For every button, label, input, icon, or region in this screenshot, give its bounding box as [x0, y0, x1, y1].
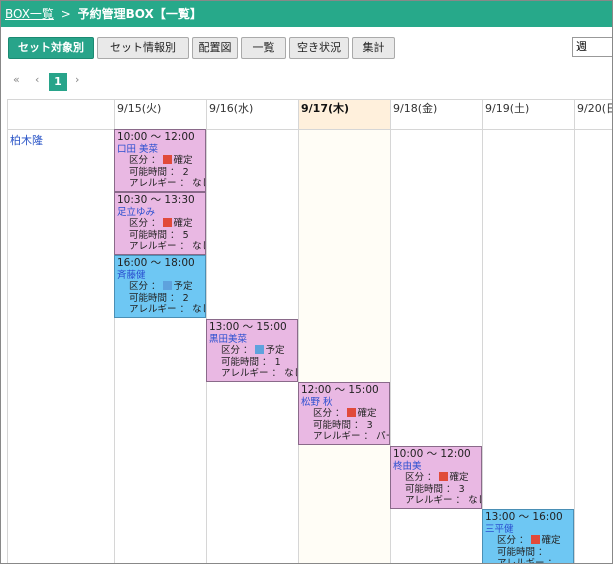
booking-customer-link[interactable]: 三平健: [485, 524, 573, 536]
booking-customer-link[interactable]: 柊由美: [393, 461, 481, 473]
label-kubun: 区分 ：: [313, 408, 345, 419]
status-confirmed-icon: [162, 218, 172, 227]
pager-prev-icon[interactable]: ‹: [35, 73, 39, 86]
booking-hours: 3: [458, 483, 465, 495]
status-planned-icon: [254, 345, 264, 354]
booking-allergy: なし: [192, 241, 205, 252]
breadcrumb-root-link[interactable]: BOX一覧: [5, 7, 54, 21]
label-allergy: アレルギー ：: [129, 178, 190, 189]
grid-line: [7, 99, 612, 100]
booking-customer-link[interactable]: 松野 秋: [301, 397, 389, 409]
booking-time: 10:00 ～ 12:00: [393, 448, 471, 460]
tab-set-target[interactable]: セット対象別: [8, 37, 94, 59]
day-header: 9/15(火): [117, 102, 162, 115]
status-confirmed-icon: [530, 535, 540, 544]
grid-line: [574, 99, 575, 563]
booking-time: 13:00 ～ 16:00: [485, 511, 563, 523]
booking-allergy: なし: [468, 495, 481, 506]
tab-layout[interactable]: 配置図: [192, 37, 238, 59]
label-hours: 可能時間 ：: [313, 419, 364, 431]
booking-hours: 5: [182, 229, 189, 241]
today-column-bg: [298, 129, 390, 563]
label-hours: 可能時間 ：: [221, 356, 272, 368]
day-header: 9/20(日): [577, 102, 612, 115]
booking-card[interactable]: 10:30 ～ 13:30 足立ゆみ 区分 ： 確定 可能時間 ： 5 アレルギー…: [114, 192, 206, 255]
day-header: 9/19(土): [485, 102, 530, 115]
day-header-today: 9/17(木): [298, 99, 390, 129]
booking-status: 確定: [173, 218, 193, 229]
label-kubun: 区分 ：: [129, 281, 161, 292]
booking-card[interactable]: 13:00 ～ 15:00 黒田美菜 区分 ： 予定 可能時間 ： 1 アレルギー…: [206, 319, 298, 382]
booking-time: 12:00 ～ 15:00: [301, 384, 379, 396]
booking-hours: 2: [182, 292, 189, 304]
booking-hours: 1: [274, 356, 281, 368]
booking-card[interactable]: 10:00 ～ 12:00 柊由美 区分 ： 確定 可能時間 ： 3 アレルギー …: [390, 446, 482, 509]
booking-time: 10:00 ～ 12:00: [117, 131, 195, 143]
tab-availability[interactable]: 空き状況: [289, 37, 349, 59]
label-allergy: アレルギー ：: [129, 241, 190, 252]
booking-customer-link[interactable]: 口田 美菜: [117, 144, 205, 156]
booking-time: 13:00 ～ 15:00: [209, 321, 287, 333]
label-allergy: アレルギー ：: [405, 495, 466, 506]
day-header: 9/18(金): [393, 102, 438, 115]
breadcrumb-current: 予約管理BOX【一覧】: [77, 7, 202, 21]
label-allergy: アレルギー ：: [497, 558, 558, 564]
label-hours: 可能時間 ：: [129, 166, 180, 178]
status-confirmed-icon: [438, 472, 448, 481]
label-kubun: 区分 ：: [405, 472, 437, 483]
booking-customer-link[interactable]: 黒田美菜: [209, 334, 297, 346]
grid-line: [7, 99, 8, 563]
label-allergy: アレルギー ：: [313, 431, 374, 442]
booking-hours: 3: [366, 419, 373, 431]
label-hours: 可能時間 ：: [129, 292, 180, 304]
label-hours: 可能時間 ：: [497, 546, 548, 558]
week-schedule-grid: 9/15(火) 9/16(水) 9/17(木) 9/18(金) 9/19(土) …: [7, 99, 612, 564]
booking-card[interactable]: 12:00 ～ 15:00 松野 秋 区分 ： 確定 可能時間 ： 3 アレルギー…: [298, 382, 390, 445]
booking-allergy: なし: [284, 368, 297, 379]
day-header: 9/16(水): [209, 102, 254, 115]
booking-customer-link[interactable]: 斉藤健: [117, 270, 205, 282]
booking-hours: 2: [182, 166, 189, 178]
label-allergy: アレルギー ：: [221, 368, 282, 379]
breadcrumb-separator: >: [60, 7, 71, 21]
label-kubun: 区分 ：: [129, 155, 161, 166]
status-confirmed-icon: [346, 408, 356, 417]
booking-status: 確定: [357, 408, 377, 419]
booking-status: 予定: [265, 345, 285, 356]
booking-time: 16:00 ～ 18:00: [117, 257, 195, 269]
label-hours: 可能時間 ：: [405, 483, 456, 495]
staff-name[interactable]: 柏木隆: [10, 132, 43, 148]
schedule-window: BOX一覧 > 予約管理BOX【一覧】 セット対象別 セット情報別 配置図 一覧…: [0, 0, 613, 564]
booking-allergy: パーマ液: [376, 431, 389, 442]
tab-list[interactable]: 一覧: [241, 37, 286, 59]
view-period-select[interactable]: 週: [572, 37, 612, 57]
tab-set-info[interactable]: セット情報別: [97, 37, 189, 59]
label-kubun: 区分 ：: [129, 218, 161, 229]
grid-line: [482, 99, 483, 563]
grid-line: [298, 99, 299, 563]
breadcrumb: BOX一覧 > 予約管理BOX【一覧】: [1, 1, 612, 27]
booking-status: 確定: [173, 155, 193, 166]
booking-allergy: なし: [192, 304, 205, 315]
booking-status: 確定: [449, 472, 469, 483]
grid-line: [7, 129, 612, 130]
status-confirmed-icon: [162, 155, 172, 164]
pager-next-icon[interactable]: ›: [75, 73, 79, 86]
booking-status: 確定: [541, 535, 561, 546]
label-kubun: 区分 ：: [221, 345, 253, 356]
pager-current-page[interactable]: 1: [49, 73, 67, 91]
booking-customer-link[interactable]: 足立ゆみ: [117, 207, 205, 219]
booking-status: 予定: [173, 281, 193, 292]
label-kubun: 区分 ：: [497, 535, 529, 546]
booking-time: 10:30 ～ 13:30: [117, 194, 195, 206]
booking-card[interactable]: 16:00 ～ 18:00 斉藤健 区分 ： 予定 可能時間 ： 2 アレルギー …: [114, 255, 206, 318]
tab-summary[interactable]: 集計: [352, 37, 395, 59]
label-hours: 可能時間 ：: [129, 229, 180, 241]
pager-first-icon[interactable]: «: [13, 73, 20, 86]
booking-card[interactable]: 10:00 ～ 12:00 口田 美菜 区分 ： 確定 可能時間 ： 2 アレルギ…: [114, 129, 206, 192]
label-allergy: アレルギー ：: [129, 304, 190, 315]
booking-card[interactable]: 13:00 ～ 16:00 三平健 区分 ： 確定 可能時間 ： アレルギー ：: [482, 509, 574, 564]
booking-allergy: なし: [192, 178, 205, 189]
status-planned-icon: [162, 281, 172, 290]
